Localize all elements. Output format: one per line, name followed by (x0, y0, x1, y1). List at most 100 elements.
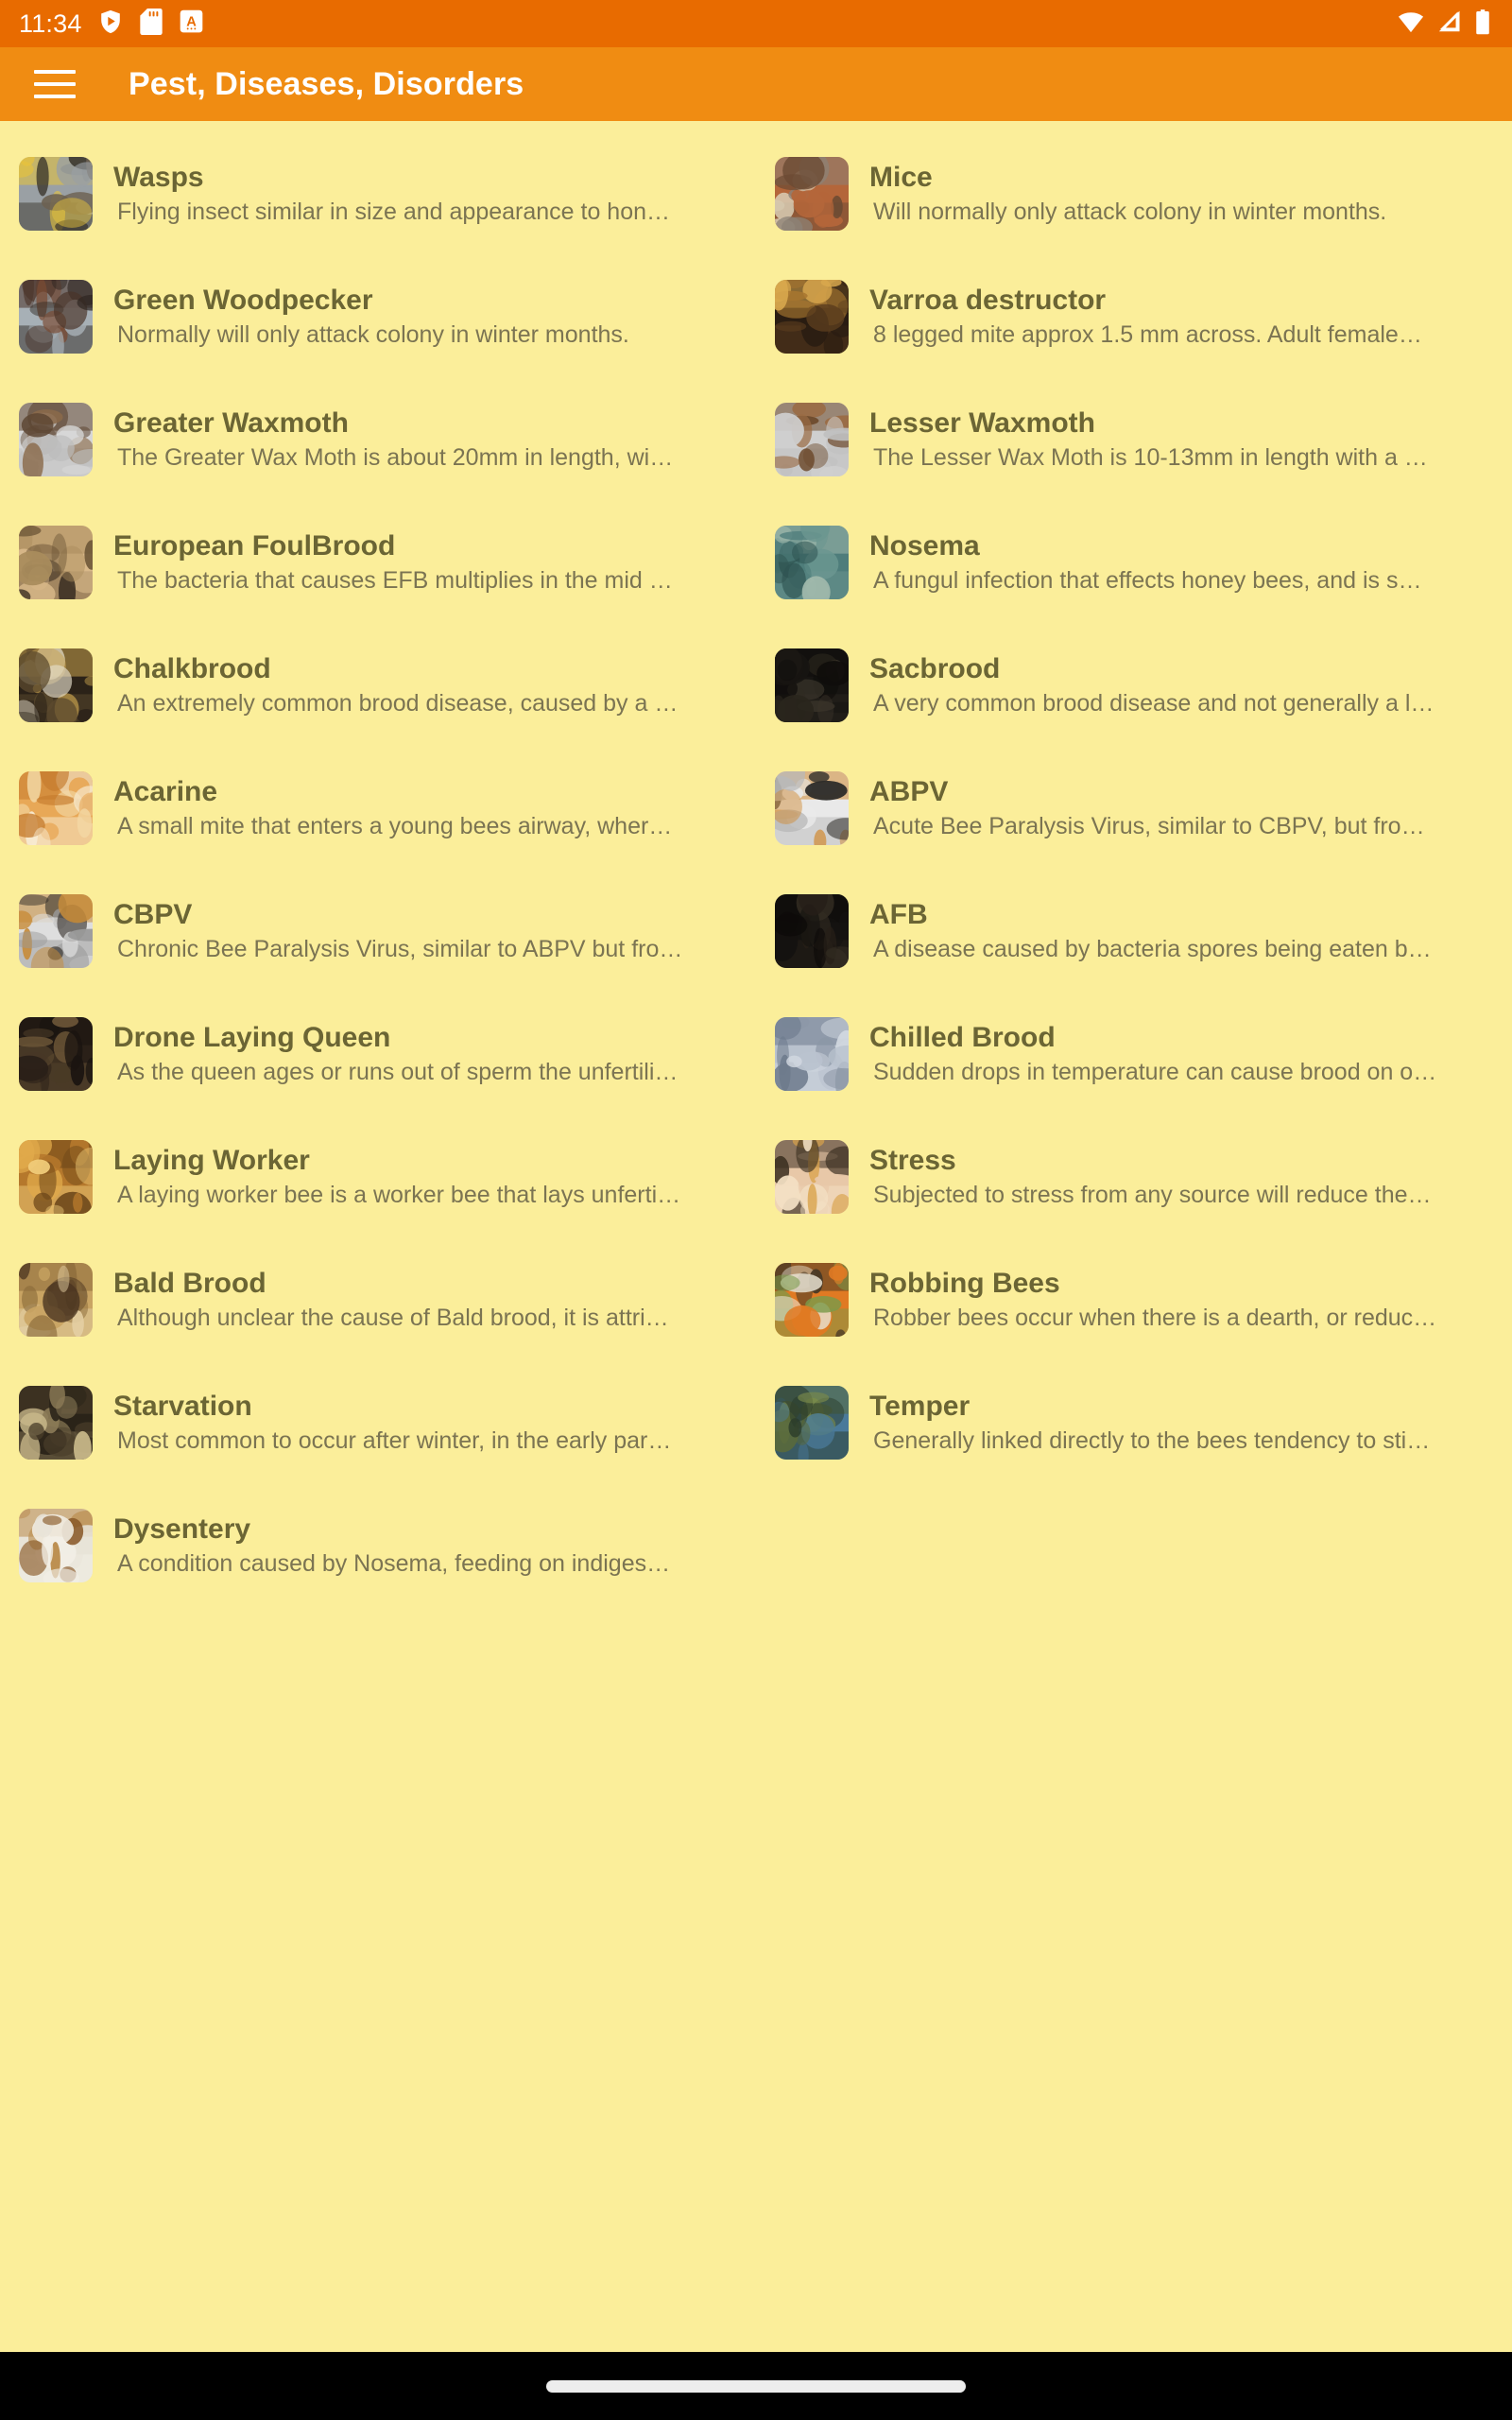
list-item-subtitle: Flying insect similar in size and appear… (117, 198, 671, 225)
list-item-text: Varroa destructor 8 legged mite approx 1.… (869, 285, 1503, 348)
list-item-thumbnail (19, 280, 93, 354)
list-item-text: Sacbrood A very common brood disease and … (869, 653, 1503, 717)
list-item-title: European FoulBrood (113, 530, 396, 562)
list-item[interactable]: Wasps Flying insect similar in size and a… (0, 132, 756, 255)
page-title: Pest, Diseases, Disorders (129, 65, 524, 102)
list-item-title: CBPV (113, 899, 193, 931)
list-item-title: Nosema (869, 530, 980, 562)
list-item-thumbnail (19, 157, 93, 231)
list-item-thumbnail (19, 1263, 93, 1337)
list-item[interactable]: European FoulBrood The bacteria that caus… (0, 501, 756, 624)
list-item-text: Nosema A fungul infection that effects ho… (869, 530, 1503, 594)
list-item-thumbnail (775, 1386, 849, 1460)
list-item-subtitle: Generally linked directly to the bees te… (873, 1426, 1431, 1454)
list-item-title: Robbing Bees (869, 1268, 1060, 1300)
list-item-title: Wasps (113, 162, 204, 194)
list-item-thumbnail (775, 1017, 849, 1091)
home-gesture-pill[interactable] (546, 2379, 966, 2393)
list-item-title: Drone Laying Queen (113, 1022, 391, 1054)
list-item[interactable]: Chalkbrood An extremely common brood dise… (0, 624, 756, 747)
list-item[interactable]: CBPV Chronic Bee Paralysis Virus, similar… (0, 870, 756, 993)
list-item[interactable]: Greater Waxmoth The Greater Wax Moth is a… (0, 378, 756, 501)
list-item-thumbnail (19, 1386, 93, 1460)
list-item-thumbnail (775, 894, 849, 968)
status-bar-left: 11:34 A (19, 8, 204, 40)
list-item-text: Temper Generally linked directly to the b… (869, 1391, 1503, 1454)
list-item-text: Laying Worker A laying worker bee is a wo… (113, 1145, 747, 1208)
list-item[interactable]: Mice Will normally only attack colony in … (756, 132, 1512, 255)
status-bar-right (1397, 9, 1491, 40)
list-item-title: Green Woodpecker (113, 285, 373, 317)
list-item[interactable]: Dysentery A condition caused by Nosema, f… (0, 1484, 756, 1607)
list-item-title: Greater Waxmoth (113, 407, 349, 440)
list-item-thumbnail (775, 1140, 849, 1214)
list-item-subtitle: Normally will only attack colony in wint… (117, 320, 629, 348)
list-item-title: Starvation (113, 1391, 252, 1423)
list-item-subtitle: Although unclear the cause of Bald brood… (117, 1304, 669, 1331)
cellular-signal-icon (1436, 9, 1463, 40)
list-item-subtitle: Robber bees occur when there is a dearth… (873, 1304, 1437, 1331)
list-item-text: Drone Laying Queen As the queen ages or r… (113, 1022, 747, 1085)
list-item-title: Varroa destructor (869, 285, 1107, 317)
list-item[interactable]: Drone Laying Queen As the queen ages or r… (0, 993, 756, 1115)
list-item-thumbnail (775, 157, 849, 231)
app-bar: Pest, Diseases, Disorders (0, 47, 1512, 121)
list-item-thumbnail (775, 403, 849, 476)
list-item-thumbnail (19, 648, 93, 722)
list-item-title: Lesser Waxmoth (869, 407, 1095, 440)
list-item-thumbnail (19, 1140, 93, 1214)
list-item[interactable]: Green Woodpecker Normally will only attac… (0, 255, 756, 378)
list-item-subtitle: Most common to occur after winter, in th… (117, 1426, 672, 1454)
list-item-text: CBPV Chronic Bee Paralysis Virus, similar… (113, 899, 747, 962)
list-item[interactable]: Stress Subjected to stress from any sourc… (756, 1115, 1512, 1238)
list-item[interactable]: Starvation Most common to occur after win… (0, 1361, 756, 1484)
list-item[interactable]: Nosema A fungul infection that effects ho… (756, 501, 1512, 624)
hamburger-bar-2 (34, 82, 76, 86)
list-item-text: Mice Will normally only attack colony in … (869, 162, 1503, 225)
list-item[interactable]: Laying Worker A laying worker bee is a wo… (0, 1115, 756, 1238)
list-item[interactable]: Bald Brood Although unclear the cause of … (0, 1238, 756, 1361)
hamburger-bar-3 (34, 95, 76, 98)
list-item[interactable]: AFB A disease caused by bacteria spores b… (756, 870, 1512, 993)
list-item-title: Sacbrood (869, 653, 1001, 685)
sd-card-icon (139, 8, 163, 40)
list-item-text: ABPV Acute Bee Paralysis Virus, similar t… (869, 776, 1503, 839)
list-item-text: Chalkbrood An extremely common brood dise… (113, 653, 747, 717)
list-item-thumbnail (19, 1509, 93, 1582)
system-navigation-bar (0, 2352, 1512, 2420)
list-item-title: AFB (869, 899, 928, 931)
status-clock: 11:34 (19, 9, 82, 38)
list-item-title: Dysentery (113, 1513, 251, 1546)
list-item-subtitle: A small mite that enters a young bees ai… (117, 812, 673, 839)
list-item[interactable]: Acarine A small mite that enters a young … (0, 747, 756, 870)
list-item-thumbnail (19, 894, 93, 968)
list-item-text: Bald Brood Although unclear the cause of … (113, 1268, 747, 1331)
list-item-text: Greater Waxmoth The Greater Wax Moth is a… (113, 407, 747, 471)
list-item-subtitle: A disease caused by bacteria spores bein… (873, 935, 1432, 962)
list-item-thumbnail (775, 1263, 849, 1337)
hamburger-menu-icon[interactable] (34, 62, 77, 106)
list-item[interactable]: Varroa destructor 8 legged mite approx 1.… (756, 255, 1512, 378)
list-item[interactable]: Chilled Brood Sudden drops in temperature… (756, 993, 1512, 1115)
list-item-title: Chalkbrood (113, 653, 271, 685)
list-item-subtitle: A laying worker bee is a worker bee that… (117, 1181, 681, 1208)
list-item-subtitle: The bacteria that causes EFB multiplies … (117, 566, 673, 594)
list-item[interactable]: ABPV Acute Bee Paralysis Virus, similar t… (756, 747, 1512, 870)
list-item[interactable]: Robbing Bees Robber bees occur when there… (756, 1238, 1512, 1361)
list-item-thumbnail (19, 526, 93, 599)
app-root: 11:34 A Pest, Diseases, Disorders Wasps … (0, 0, 1512, 2420)
list-item-thumbnail (775, 280, 849, 354)
list-item[interactable]: Temper Generally linked directly to the b… (756, 1361, 1512, 1484)
status-bar: 11:34 A (0, 0, 1512, 47)
list-item[interactable]: Lesser Waxmoth The Lesser Wax Moth is 10-… (756, 378, 1512, 501)
list-item-text: Stress Subjected to stress from any sourc… (869, 1145, 1503, 1208)
list-item-title: Stress (869, 1145, 956, 1177)
list-item-subtitle: Chronic Bee Paralysis Virus, similar to … (117, 935, 683, 962)
list-item-subtitle: Subjected to stress from any source will… (873, 1181, 1432, 1208)
list-item[interactable]: Sacbrood A very common brood disease and … (756, 624, 1512, 747)
list-item-subtitle: Sudden drops in temperature can cause br… (873, 1058, 1437, 1085)
list-item-text: Chilled Brood Sudden drops in temperature… (869, 1022, 1503, 1085)
list-item-subtitle: The Greater Wax Moth is about 20mm in le… (117, 443, 674, 471)
hamburger-bar-1 (34, 70, 76, 74)
list-item-thumbnail (19, 403, 93, 476)
